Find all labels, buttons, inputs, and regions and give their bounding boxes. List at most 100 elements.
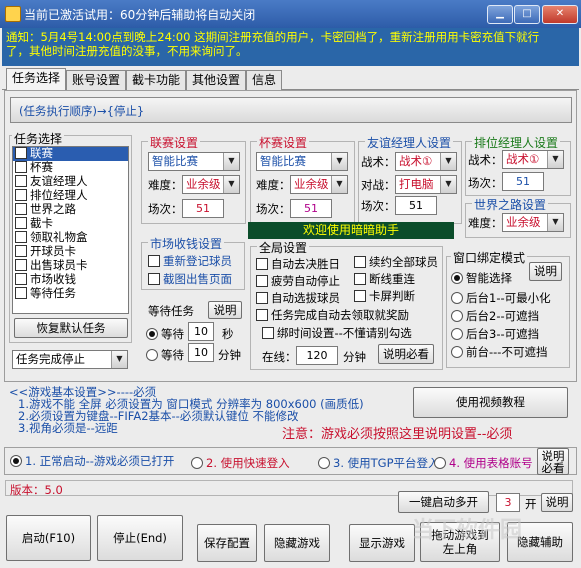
maximize-button[interactable]: □ — [514, 5, 540, 24]
cup-count-label: 场次： — [256, 202, 291, 216]
global-opt-reconnect[interactable]: 断线重连 — [354, 271, 415, 287]
close-button[interactable]: ✕ — [542, 5, 578, 24]
window-title: 当前已激活试用：60分钟后辅助将自动关闭 — [24, 8, 256, 22]
list-item[interactable]: 排位经理人 — [13, 189, 128, 203]
league-diff-select[interactable]: 业余级 ▼ — [182, 175, 240, 194]
cup-diff-label: 难度： — [256, 178, 291, 192]
tab-other[interactable]: 其他设置 — [186, 70, 247, 91]
app-icon — [5, 6, 21, 22]
list-item[interactable]: 开球员卡 — [13, 245, 128, 259]
save-config-button[interactable]: 保存配置 — [197, 524, 257, 562]
order-bar: (任务执行顺序)→{停止} — [10, 97, 572, 123]
rank-count-input[interactable]: 51 — [502, 172, 544, 191]
login-table-radio[interactable]: 4. 使用表格账号 — [434, 455, 533, 471]
restore-default-button[interactable]: 恢复默认任务 — [14, 318, 128, 338]
list-item[interactable]: 等待任务 — [13, 287, 128, 301]
rank-tactic-select[interactable]: 战术① ▼ — [502, 150, 564, 169]
list-item[interactable]: 杯赛 — [13, 161, 128, 175]
friendly-opp-select[interactable]: 打电脑 ▼ — [395, 175, 457, 194]
world-diff-select[interactable]: 业余级 ▼ — [502, 213, 564, 232]
wait-seconds-input[interactable]: 10 — [188, 322, 214, 341]
online-unit: 分钟 — [343, 350, 366, 364]
window-mode-bg1[interactable]: 后台1--可最小化 — [451, 290, 551, 306]
tab-task-select[interactable]: 任务选择 — [6, 68, 67, 92]
title-bar: 当前已激活试用：60分钟后辅助将自动关闭 ▁ □ ✕ — [0, 0, 581, 28]
league-count-label: 场次： — [148, 202, 183, 216]
tab-card[interactable]: 截卡功能 — [126, 70, 187, 91]
multi-count-input[interactable]: 3 — [496, 493, 520, 512]
window-mode-bg2[interactable]: 后台2--可遮挡 — [451, 308, 539, 324]
cup-diff-select[interactable]: 业余级 ▼ — [290, 175, 348, 194]
window-mode-front[interactable]: 前台---不可遮挡 — [451, 344, 547, 360]
start-button[interactable]: 启动(F10) — [6, 515, 91, 561]
list-item[interactable]: 联赛 — [13, 147, 128, 161]
show-game-button[interactable]: 显示游戏 — [349, 524, 415, 562]
list-item[interactable]: 友谊经理人 — [13, 175, 128, 189]
list-item[interactable]: 出售球员卡 — [13, 259, 128, 273]
multi-open-button[interactable]: 一键启动多开 — [398, 491, 489, 513]
watermark: 当下软件园 — [412, 518, 523, 543]
global-opt-final[interactable]: 自动去决胜日 — [256, 256, 340, 272]
global-opt-reward[interactable]: 任务完成自动去领取就奖励 — [256, 307, 409, 323]
cup-title: 杯赛设置 — [257, 134, 310, 151]
cup-diff-value: 业余级 — [294, 177, 329, 191]
friendly-tactic-select[interactable]: 战术① ▼ — [395, 152, 457, 171]
notice-line-2: 了，其他时间注册充值的没事，不用来询问了。 — [6, 44, 248, 58]
chevron-down-icon: ▼ — [223, 153, 239, 170]
cup-count-input[interactable]: 51 — [290, 199, 332, 218]
timer-help-button[interactable]: 说明必看 — [378, 344, 434, 364]
list-item[interactable]: 领取礼物盒 — [13, 231, 128, 245]
window-mode-bg3[interactable]: 后台3--可遮挡 — [451, 326, 539, 342]
window-mode-help-button[interactable]: 说明 — [529, 262, 562, 281]
hide-game-button[interactable]: 隐藏游戏 — [264, 524, 330, 562]
list-item[interactable]: 截卡 — [13, 217, 128, 231]
tab-bar: 任务选择 账号设置 截卡功能 其他设置 信息 — [2, 68, 579, 92]
info-line-3: 3.视角必须是--远距 — [18, 421, 118, 435]
login-quick-radio[interactable]: 2. 使用快速登入 — [191, 455, 290, 471]
world-diff-label: 难度： — [468, 216, 503, 230]
video-tutorial-button[interactable]: 使用视频教程 — [413, 387, 568, 418]
league-title: 联赛设置 — [148, 134, 201, 151]
online-input[interactable]: 120 — [296, 346, 338, 365]
market-opt-relist[interactable]: 重新登记球员 — [148, 253, 232, 269]
task-list[interactable]: 联赛 杯赛 友谊经理人 排位经理人 世界之路 截卡 领取礼物盒 开球员卡 出售球… — [12, 146, 129, 314]
wait-minutes-input[interactable]: 10 — [188, 343, 214, 362]
multi-help-button[interactable]: 说明 — [541, 493, 573, 512]
login-tgp-radio[interactable]: 3. 使用TGP平台登入 — [318, 455, 440, 471]
rank-title: 排位经理人设置 — [472, 134, 561, 151]
global-opt-freeze[interactable]: 卡屏判断 — [354, 288, 415, 304]
market-opt-screenshot[interactable]: 截图出售页面 — [148, 271, 232, 287]
stop-button[interactable]: 停止(End) — [97, 515, 183, 561]
chevron-down-icon: ▼ — [547, 151, 563, 168]
window-mode-smart[interactable]: 智能选择 — [451, 270, 512, 286]
tab-info[interactable]: 信息 — [246, 70, 283, 91]
wait-title: 等待任务 — [148, 304, 194, 318]
login-help-button[interactable]: 说明必看 — [537, 448, 569, 475]
friendly-opp-label: 对战： — [361, 178, 396, 192]
chevron-down-icon: ▼ — [331, 176, 347, 193]
login-normal-radio[interactable]: 1. 正常启动--游戏必须已打开 — [10, 453, 174, 469]
list-item[interactable]: 市场收钱 — [13, 273, 128, 287]
online-label: 在线： — [262, 350, 297, 364]
minimize-button[interactable]: ▁ — [487, 5, 513, 24]
global-opt-renew[interactable]: 续约全部球员 — [354, 254, 438, 270]
wait-seconds-unit: 秒 — [222, 327, 234, 341]
wait-minutes-radio[interactable]: 等待 — [146, 347, 184, 363]
league-mode-select[interactable]: 智能比赛 ▼ — [148, 152, 240, 171]
global-opt-select[interactable]: 自动选拔球员 — [256, 290, 340, 306]
list-item[interactable]: 世界之路 — [13, 203, 128, 217]
friendly-tactic-label: 战术： — [361, 155, 396, 169]
league-count-input[interactable]: 51 — [182, 199, 224, 218]
wait-help-button[interactable]: 说明 — [208, 301, 242, 319]
finish-select[interactable]: 任务完成停止 ▼ — [12, 350, 128, 369]
league-diff-label: 难度： — [148, 178, 183, 192]
league-diff-value: 业余级 — [186, 177, 221, 191]
warning-text: 注意：游戏必须按照这里说明设置--必须 — [282, 427, 513, 442]
tab-account[interactable]: 账号设置 — [66, 70, 127, 91]
cup-mode-select[interactable]: 智能比赛 ▼ — [256, 152, 348, 171]
global-opt-fatigue[interactable]: 疲劳自动停止 — [256, 273, 340, 289]
global-opt-timer[interactable]: 绑时间设置--不懂请别勾选 — [262, 325, 412, 341]
task-select-title: 任务选择 — [12, 130, 65, 147]
friendly-count-input[interactable]: 51 — [395, 196, 437, 215]
wait-seconds-radio[interactable]: 等待 — [146, 326, 184, 342]
